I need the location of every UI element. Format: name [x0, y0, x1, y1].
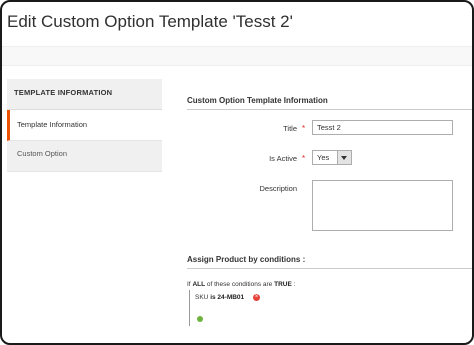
sidebar-heading: TEMPLATE INFORMATION	[7, 79, 162, 110]
sidebar-item-template-information[interactable]: Template Information	[7, 110, 162, 141]
is-active-select[interactable]: Yes	[312, 150, 352, 165]
title-label: Title	[283, 124, 297, 133]
section-divider	[187, 268, 472, 269]
required-asterisk: *	[302, 154, 306, 163]
description-textarea[interactable]	[312, 180, 453, 231]
description-label: Description	[259, 184, 297, 193]
rule-value[interactable]: 24-MB01	[217, 294, 244, 301]
value-select[interactable]: TRUE	[274, 281, 292, 288]
sidebar-item-custom-option[interactable]: Custom Option	[7, 141, 162, 172]
actions-bar	[2, 46, 472, 66]
title-input[interactable]	[312, 120, 453, 135]
chevron-down-icon	[341, 156, 347, 160]
section-title-conditions: Assign Product by conditions :	[187, 255, 306, 264]
add-condition-icon[interactable]	[197, 316, 203, 322]
dropdown-arrow	[337, 151, 351, 164]
rule-attribute[interactable]: SKU	[195, 294, 208, 301]
remove-condition-icon[interactable]: ×	[253, 294, 260, 301]
required-asterisk: *	[302, 124, 306, 133]
is-active-selected-value: Yes	[317, 153, 330, 162]
sidebar: TEMPLATE INFORMATION Template Informatio…	[7, 79, 162, 172]
of-these-text: of these conditions are	[206, 281, 273, 288]
app-window: Edit Custom Option Template 'Tesst 2' TE…	[0, 0, 474, 345]
page-title: Edit Custom Option Template 'Tesst 2'	[7, 12, 293, 31]
section-divider	[187, 109, 472, 110]
rule-operator[interactable]: is	[210, 294, 215, 301]
if-text: If	[187, 281, 191, 288]
conditions-statement: If ALL of these conditions are TRUE :	[187, 281, 295, 288]
section-title-template-info: Custom Option Template Information	[187, 96, 328, 105]
condition-rule: SKU is 24-MB01	[195, 294, 244, 301]
colon-text: :	[293, 281, 296, 288]
aggregator-select[interactable]: ALL	[192, 281, 205, 288]
condition-tree-line	[189, 290, 190, 326]
is-active-label: Is Active	[269, 154, 297, 163]
